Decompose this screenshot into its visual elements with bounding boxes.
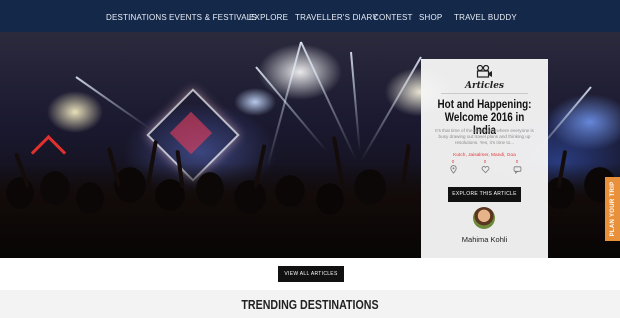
stat-locations[interactable]: 0 (443, 159, 463, 174)
author-name[interactable]: Mahima Kohli (421, 235, 548, 244)
film-camera-icon (476, 65, 492, 78)
stat-comments[interactable]: 0 (507, 159, 527, 174)
heart-icon (481, 166, 489, 174)
article-excerpt: It's that time of the year again where e… (435, 128, 534, 145)
article-tags[interactable]: Kutch, Jaisalmer, Mandi, Goa (421, 153, 548, 158)
nav-shop[interactable]: SHOP (419, 0, 442, 32)
card-category: Articles (465, 81, 504, 91)
light-beam (350, 51, 361, 152)
light-beam (75, 76, 151, 130)
author-avatar[interactable] (473, 207, 495, 229)
card-divider (441, 93, 528, 94)
article-card: Articles Hot and Happening: Welcome 2016… (421, 59, 548, 258)
stat-likes[interactable]: 0 (475, 159, 495, 174)
nav-travellers-diary[interactable]: TRAVELLER'S DIARY (295, 0, 378, 32)
nav-destinations[interactable]: DESTINATIONS (106, 0, 167, 32)
light-beam (300, 41, 357, 161)
nav-travel-buddy[interactable]: TRAVEL BUDDY (454, 0, 517, 32)
nav-events-festivals[interactable]: EVENTS & FESTIVALS (169, 0, 257, 32)
explore-article-button[interactable]: EXPLORE THIS ARTICLE (448, 187, 521, 202)
stat-count: 0 (483, 159, 487, 164)
nav-explore[interactable]: EXPLORE (249, 0, 288, 32)
light-beam (360, 56, 422, 162)
article-stats: 0 0 0 (443, 159, 527, 181)
plan-your-trip-label: PLAN YOUR TRIP (609, 181, 616, 237)
view-all-articles-button[interactable]: VIEW ALL ARTICLES (278, 266, 344, 282)
main-nav: DESTINATIONS EVENTS & FESTIVALS EXPLORE … (0, 0, 620, 32)
location-pin-icon (449, 165, 457, 174)
section-title: TRENDING DESTINATIONS (241, 297, 379, 312)
light-beam (266, 41, 302, 168)
plan-your-trip-tab[interactable]: PLAN YOUR TRIP (605, 177, 620, 241)
nav-contest[interactable]: CONTEST (373, 0, 413, 32)
stat-count: 0 (451, 159, 455, 164)
stat-count: 0 (515, 159, 519, 164)
comment-icon (513, 166, 521, 174)
